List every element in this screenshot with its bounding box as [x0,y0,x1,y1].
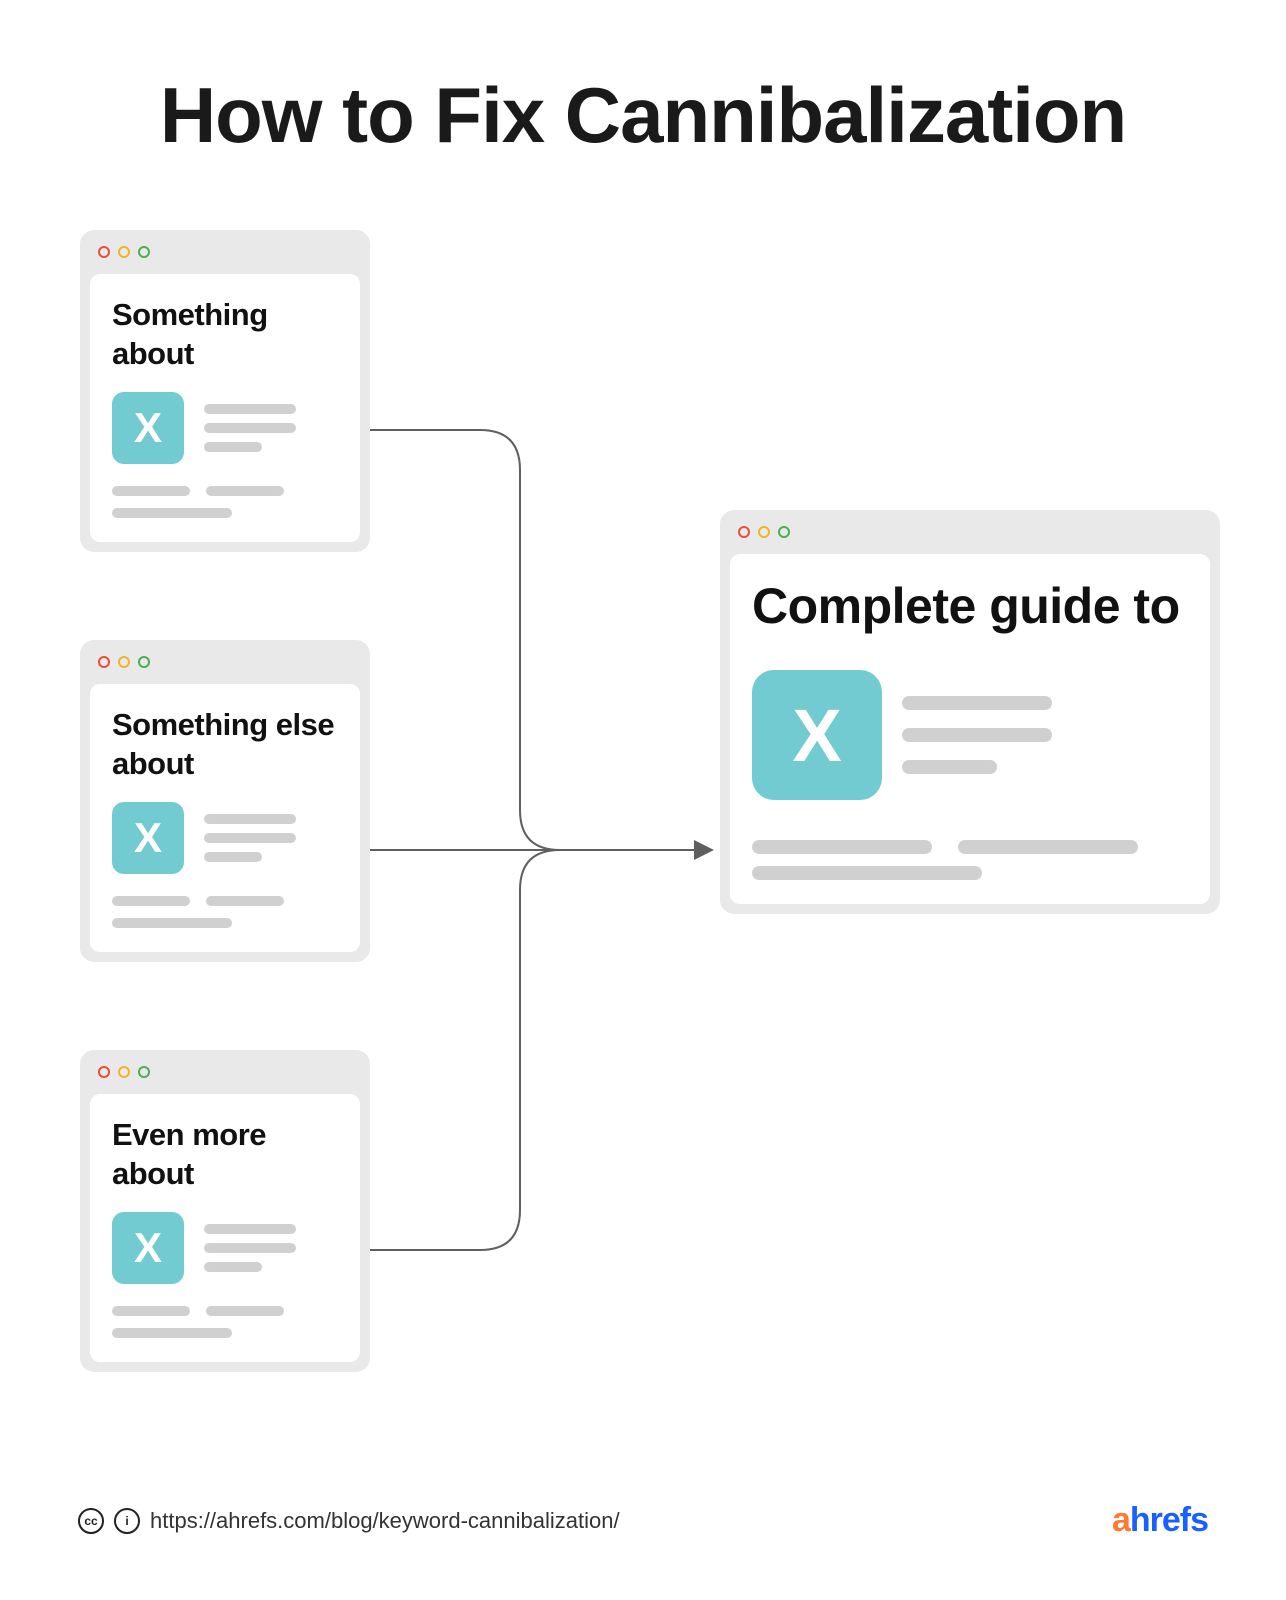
topic-tile: X [112,802,184,874]
text-placeholder-lines [902,696,1052,774]
window-chrome [80,230,370,274]
card-heading: Something else about [112,706,338,784]
text-placeholder-lines [204,1224,296,1272]
close-icon [738,526,750,538]
maximize-icon [138,656,150,668]
ahrefs-logo: ahrefs [1112,1501,1208,1540]
minimize-icon [118,656,130,668]
topic-tile: X [112,392,184,464]
text-placeholder-lines [112,508,338,518]
footer: cc i https://ahrefs.com/blog/keyword-can… [78,1501,1208,1540]
consolidated-page-card: Complete guide to X [720,510,1220,914]
window-chrome [80,640,370,684]
source-url: https://ahrefs.com/blog/keyword-cannibal… [150,1508,620,1534]
close-icon [98,246,110,258]
text-placeholder-lines [752,840,1188,854]
window-chrome [80,1050,370,1094]
minimize-icon [118,246,130,258]
minimize-icon [118,1066,130,1078]
text-placeholder-lines [204,404,296,452]
topic-tile: X [752,670,882,800]
cc-by-icon: i [114,1508,140,1534]
source-page-card-1: Something about X [80,230,370,552]
topic-tile: X [112,1212,184,1284]
text-placeholder-lines [204,814,296,862]
text-placeholder-lines [112,486,338,496]
card-heading: Something about [112,296,338,374]
window-chrome [720,510,1220,554]
text-placeholder-lines [752,866,1188,880]
diagram-title: How to Fix Cannibalization [0,70,1286,161]
text-placeholder-lines [112,1306,338,1316]
source-page-card-2: Something else about X [80,640,370,962]
close-icon [98,656,110,668]
maximize-icon [778,526,790,538]
text-placeholder-lines [112,918,338,928]
text-placeholder-lines [112,896,338,906]
card-heading: Even more about [112,1116,338,1194]
maximize-icon [138,1066,150,1078]
cc-license-icon: cc [78,1508,104,1534]
maximize-icon [138,246,150,258]
minimize-icon [758,526,770,538]
source-page-card-3: Even more about X [80,1050,370,1372]
card-heading: Complete guide to [752,576,1188,636]
close-icon [98,1066,110,1078]
text-placeholder-lines [112,1328,338,1338]
